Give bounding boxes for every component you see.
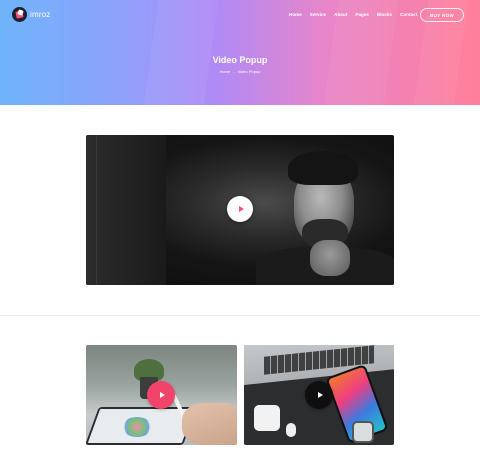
breadcrumb-home[interactable]: Home: [220, 69, 231, 74]
play-icon: [159, 392, 165, 398]
page-title: Video Popup: [212, 55, 268, 65]
breadcrumb: Home - Video Popup: [0, 69, 480, 74]
play-icon: [317, 392, 323, 398]
hero-banner: imroz Home Service About Pages Blocks Co…: [0, 0, 480, 105]
nav-item-contact[interactable]: Contact: [400, 12, 417, 18]
video-image-detail: [286, 423, 296, 437]
nav-item-pages[interactable]: Pages: [355, 12, 369, 18]
nav-item-home[interactable]: Home: [289, 12, 302, 18]
nav-item-blocks[interactable]: Blocks: [377, 12, 392, 18]
section-divider: [0, 315, 480, 316]
video-image-detail: [352, 421, 374, 443]
video-image-detail: [122, 417, 152, 437]
video-image-detail: [254, 405, 280, 431]
nav-item-about[interactable]: About: [334, 12, 347, 18]
brand-name: imroz: [30, 10, 51, 19]
play-button-devices[interactable]: [305, 381, 333, 409]
play-button-drawing[interactable]: [147, 381, 175, 409]
video-image-detail: [182, 403, 237, 445]
nav-item-service[interactable]: Service: [310, 12, 326, 18]
video-background: [86, 135, 166, 285]
video-subject: [310, 240, 350, 276]
buy-now-button[interactable]: BUY NOW: [420, 8, 464, 22]
hero-decoration: [137, 0, 223, 105]
video-subject: [288, 151, 358, 185]
play-icon: [238, 206, 244, 212]
main-nav: Home Service About Pages Blocks Contact: [289, 12, 425, 18]
breadcrumb-current: Video Popup: [237, 69, 261, 74]
site-logo[interactable]: imroz: [12, 7, 51, 22]
video-background: [96, 135, 97, 285]
play-button-featured[interactable]: [227, 196, 253, 222]
logo-icon: [12, 7, 27, 22]
breadcrumb-separator: -: [233, 69, 235, 74]
